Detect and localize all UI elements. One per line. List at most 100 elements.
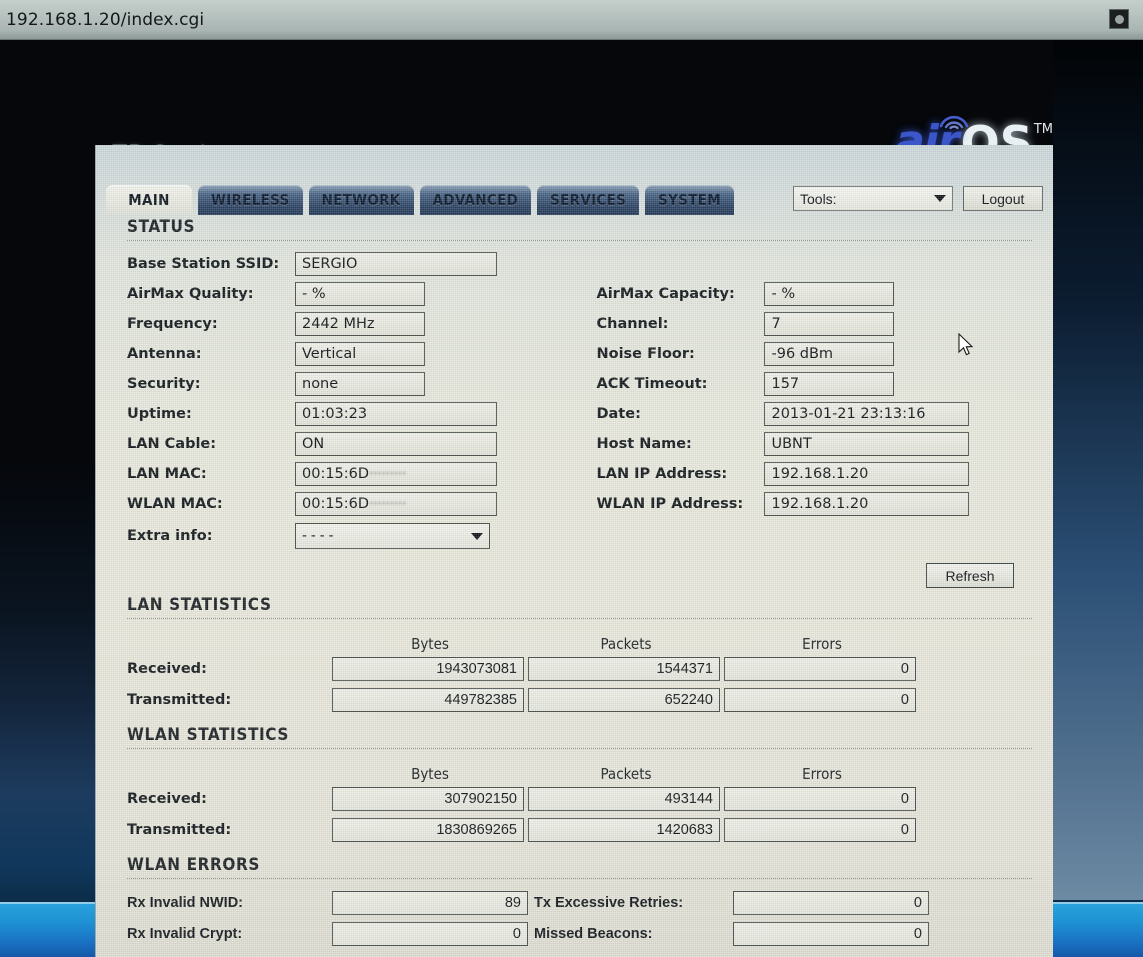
status-section-divider: [127, 240, 1032, 241]
lan-cable-label: LAN Cable:: [127, 436, 217, 452]
lan-cable-value[interactable]: ON: [295, 432, 497, 456]
status-cell: Channel: 7: [596, 312, 1036, 336]
lan-received-row: Received: 1943073081 1544371 0: [114, 653, 1036, 684]
status-row: WLAN MAC: 00:15:6D ········· WLAN IP Addr…: [127, 489, 1036, 519]
wlan-received-packets[interactable]: 493144: [528, 786, 720, 811]
frequency-label: Frequency:: [127, 316, 218, 332]
airmax-capacity-value[interactable]: - %: [764, 282, 895, 306]
rx-invalid-crypt-value[interactable]: 0: [332, 921, 528, 946]
status-cell: Base Station SSID: SERGIO: [127, 252, 596, 276]
lan-statistics-header: Bytes Packets Errors: [114, 627, 1036, 653]
navigation-tabs: MAIN WIRELESS NETWORK ADVANCED SERVICES …: [106, 183, 740, 215]
page-content: STATUS Base Station SSID: SERGIO AirMax …: [96, 217, 1054, 949]
wlan-transmitted-errors[interactable]: 0: [724, 817, 916, 842]
tab-system[interactable]: SYSTEM: [645, 185, 735, 215]
camera-icon[interactable]: [1109, 9, 1129, 29]
date-value[interactable]: 2013-01-21 23:13:16: [764, 402, 970, 426]
uptime-label: Uptime:: [127, 406, 192, 422]
lan-col-errors: Errors: [802, 635, 842, 653]
lan-mac-value[interactable]: 00:15:6D ·········: [295, 462, 497, 486]
browser-address-bar: 192.168.1.20/index.cgi: [0, 0, 1143, 40]
status-cell: AirMax Quality: - %: [127, 282, 596, 306]
host-name-value[interactable]: UBNT: [764, 432, 970, 456]
wlan-ip-address-label: WLAN IP Address:: [596, 496, 744, 512]
tab-services[interactable]: SERVICES: [537, 185, 640, 215]
desktop-background: TP Station air OS TM MAIN WIRELESS NETWO…: [0, 40, 1143, 957]
frequency-value[interactable]: 2442 MHz: [295, 312, 425, 336]
refresh-button[interactable]: Refresh: [926, 563, 1014, 588]
lan-mac-obscured: ·········: [368, 466, 407, 482]
status-cell: WLAN MAC: 00:15:6D ·········: [127, 492, 596, 516]
wlan-received-bytes[interactable]: 307902150: [332, 786, 524, 811]
wlan-transmitted-packets[interactable]: 1420683: [528, 817, 720, 842]
wlan-errors-title: WLAN ERRORS: [127, 855, 260, 875]
tools-dropdown-label: Tools:: [800, 190, 837, 207]
lan-received-packets[interactable]: 1544371: [528, 656, 720, 681]
lan-received-bytes[interactable]: 1943073081: [332, 656, 524, 681]
uptime-value[interactable]: 01:03:23: [295, 402, 497, 426]
wlan-ip-address-value[interactable]: 192.168.1.20: [764, 492, 970, 516]
wlan-received-errors[interactable]: 0: [724, 786, 916, 811]
status-cell: Extra info: - - - -: [127, 523, 596, 549]
lan-ip-address-label: LAN IP Address:: [596, 466, 728, 482]
security-value[interactable]: none: [295, 372, 425, 396]
extra-info-select[interactable]: - - - -: [295, 523, 490, 549]
airos-logo-tm: TM: [1033, 122, 1053, 137]
lan-statistics-title: LAN STATISTICS: [127, 595, 272, 615]
wlan-errors-divider: [127, 878, 1032, 879]
ack-timeout-label: ACK Timeout:: [596, 376, 708, 392]
lan-col-packets: Packets: [600, 635, 652, 653]
wlan-col-bytes: Bytes: [411, 765, 449, 783]
antenna-label: Antenna:: [127, 346, 202, 362]
base-station-ssid-value[interactable]: SERGIO: [295, 252, 497, 276]
address-bar-url[interactable]: 192.168.1.20/index.cgi: [0, 10, 204, 30]
wlan-received-row: Received: 307902150 493144 0: [114, 783, 1036, 814]
tab-main[interactable]: MAIN: [106, 185, 192, 215]
logout-button[interactable]: Logout: [963, 186, 1043, 211]
missed-beacons-value[interactable]: 0: [733, 921, 929, 946]
status-cell: WLAN IP Address: 192.168.1.20: [596, 492, 1036, 516]
wlan-mac-value[interactable]: 00:15:6D ·········: [295, 492, 497, 516]
noise-floor-value[interactable]: -96 dBm: [764, 342, 895, 366]
tools-dropdown[interactable]: Tools:: [793, 186, 953, 211]
status-row: Extra info: - - - -: [127, 519, 1036, 553]
wifi-signal-icon: [939, 115, 969, 130]
status-cell: LAN IP Address: 192.168.1.20: [596, 462, 1036, 486]
lan-transmitted-bytes[interactable]: 449782385: [332, 687, 524, 712]
wlan-col-packets: Packets: [600, 765, 652, 783]
airmax-quality-value[interactable]: - %: [295, 282, 425, 306]
tab-advanced[interactable]: ADVANCED: [419, 185, 532, 215]
rx-invalid-nwid-label: Rx Invalid NWID:: [127, 894, 244, 911]
wlan-statistics-title: WLAN STATISTICS: [127, 725, 290, 745]
tab-wireless[interactable]: WIRELESS: [198, 185, 303, 215]
chevron-down-icon: [934, 195, 946, 202]
channel-value[interactable]: 7: [764, 312, 895, 336]
lan-ip-address-value[interactable]: 192.168.1.20: [764, 462, 970, 486]
antenna-value[interactable]: Vertical: [295, 342, 425, 366]
status-cell: Security: none: [127, 372, 596, 396]
tx-excessive-retries-value[interactable]: 0: [733, 890, 929, 915]
status-cell: Date: 2013-01-21 23:13:16: [596, 402, 1036, 426]
lan-received-label: Received:: [127, 660, 207, 677]
wlan-received-label: Received:: [127, 790, 207, 807]
rx-invalid-nwid-value[interactable]: 89: [332, 890, 528, 915]
status-cell: Host Name: UBNT: [596, 432, 1036, 456]
lan-transmitted-label: Transmitted:: [127, 691, 232, 708]
rx-invalid-crypt-row: Rx Invalid Crypt: 0 Missed Beacons: 0: [114, 918, 1036, 949]
status-row: AirMax Quality: - % AirMax Capacity: - %: [127, 279, 1036, 309]
ack-timeout-value[interactable]: 157: [764, 372, 895, 396]
base-station-ssid-label: Base Station SSID:: [127, 256, 280, 272]
tab-network[interactable]: NETWORK: [308, 185, 414, 215]
wlan-statistics-divider: [127, 748, 1032, 749]
lan-received-errors[interactable]: 0: [724, 656, 916, 681]
airmax-capacity-label: AirMax Capacity:: [596, 286, 735, 302]
channel-label: Channel:: [596, 316, 669, 332]
status-field-grid: Base Station SSID: SERGIO AirMax Quality…: [114, 249, 1036, 593]
lan-transmitted-packets[interactable]: 652240: [528, 687, 720, 712]
wlan-mac-obscured: ·········: [368, 496, 407, 512]
security-label: Security:: [127, 376, 201, 392]
wlan-transmitted-bytes[interactable]: 1830869265: [332, 817, 524, 842]
refresh-row: Refresh: [127, 553, 1036, 593]
lan-transmitted-errors[interactable]: 0: [724, 687, 916, 712]
status-cell: Uptime: 01:03:23: [127, 402, 596, 426]
